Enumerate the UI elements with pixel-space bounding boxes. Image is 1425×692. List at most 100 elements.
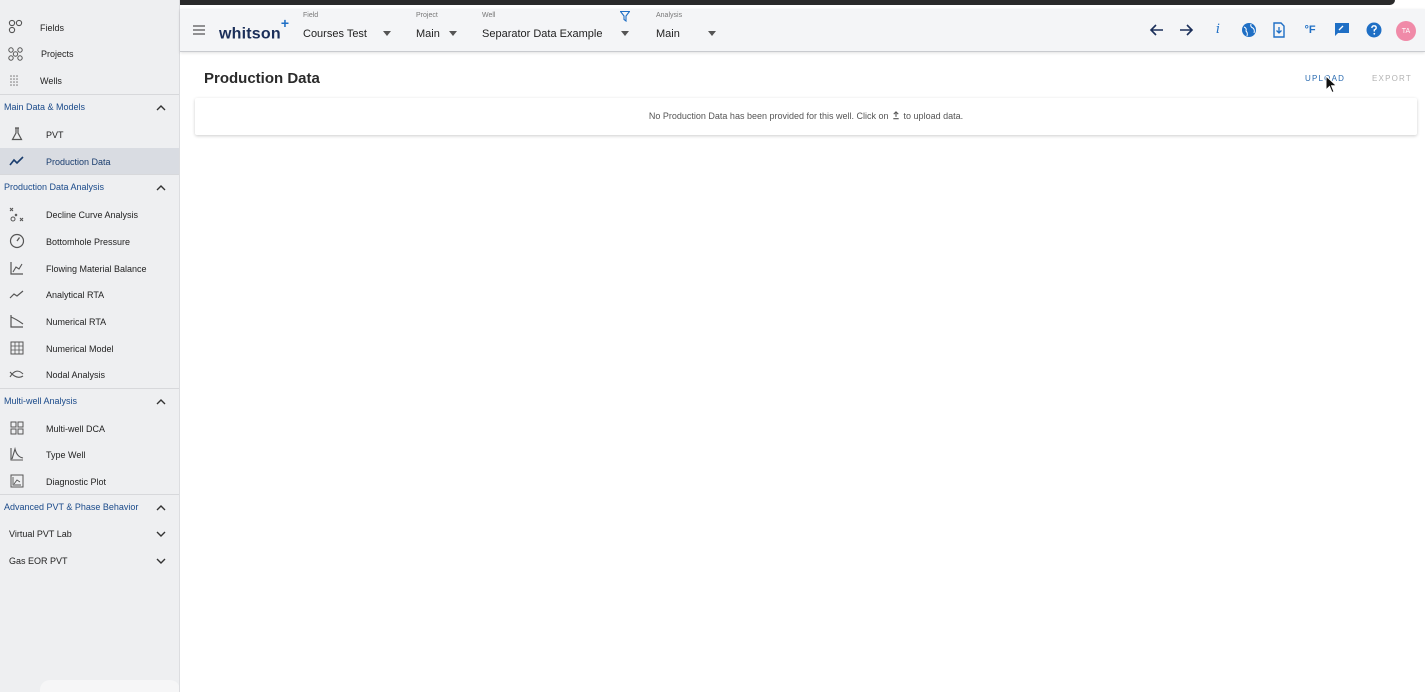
avatar[interactable]: TA (1396, 21, 1416, 41)
sidebar-item-decline-curve-analysis[interactable]: Decline Curve Analysis (0, 201, 179, 227)
sidebar-item-numerical-rta[interactable]: Numerical RTA (0, 308, 179, 334)
forward-arrow-icon[interactable] (1177, 21, 1195, 39)
export-button[interactable]: EXPORT (1372, 74, 1412, 83)
logo-plus: + (280, 15, 290, 31)
sidebar-item-projects[interactable]: Projects (0, 41, 179, 67)
sidebar-item-label: Fields (40, 23, 65, 33)
dropdown-arrow-icon (708, 31, 716, 36)
chevron-up-icon (156, 399, 166, 405)
well-value: Separator Data Example (482, 28, 603, 40)
section-title: Multi-well Analysis (4, 396, 78, 406)
sidebar-item-analytical-rta[interactable]: Analytical RTA (0, 281, 179, 307)
sidebar-item-pvt[interactable]: PVT (0, 121, 179, 147)
page-title: Production Data (204, 70, 320, 87)
browser-tab-bar (105, 0, 1395, 5)
project-select[interactable]: Project Main (416, 9, 461, 52)
sidebar-item-type-well[interactable]: Type Well (0, 441, 179, 467)
dropdown-arrow-icon (621, 31, 629, 36)
file-download-icon[interactable] (1270, 21, 1288, 39)
sidebar-item-label: Bottomhole Pressure (46, 237, 131, 247)
sidebar-item-diagnostic-plot[interactable]: Diagnostic Plot (0, 468, 179, 494)
gauge-icon (9, 233, 25, 249)
help-icon[interactable] (1365, 21, 1383, 39)
top-bar: whitson+ Field Courses Test Project Main… (180, 9, 1425, 52)
chevron-down-icon (156, 558, 166, 564)
line-chart-icon (10, 262, 23, 275)
grid-four-icon (10, 421, 24, 435)
field-select[interactable]: Field Courses Test (303, 9, 393, 52)
sidebar-item-fields[interactable]: Fields (0, 14, 179, 40)
sidebar-item-nodal-analysis[interactable]: Nodal Analysis (0, 361, 179, 387)
sidebar-item-label: Projects (41, 49, 74, 59)
upload-icon (893, 111, 899, 120)
project-caption: Project (416, 12, 438, 19)
section-advanced-pvt[interactable]: Advanced PVT & Phase Behavior (0, 494, 179, 520)
diagnostic-plot-icon (10, 474, 24, 488)
upload-button[interactable]: UPLOAD (1305, 74, 1345, 83)
chevron-up-icon (156, 105, 166, 111)
empty-state-message: No Production Data has been provided for… (195, 111, 1417, 121)
sidebar-item-label: Gas EOR PVT (9, 556, 68, 566)
field-caption: Field (303, 12, 319, 19)
sidebar-item-label: Diagnostic Plot (46, 477, 107, 487)
sidebar-item-label: Production Data (46, 157, 111, 167)
sidebar-item-virtual-pvt-lab[interactable]: Virtual PVT Lab (0, 521, 179, 547)
sidebar-item-label: Analytical RTA (46, 290, 105, 300)
sidebar: Fields Projects Wells Main Data & Models… (0, 0, 180, 692)
type-well-icon (10, 446, 24, 461)
sidebar-item-label: Decline Curve Analysis (46, 210, 139, 220)
sidebar-item-label: PVT (46, 130, 64, 140)
globe-icon[interactable] (1240, 21, 1258, 39)
trend-line-icon (9, 156, 24, 166)
sidebar-item-label: Multi-well DCA (46, 424, 106, 434)
back-arrow-icon[interactable] (1148, 21, 1166, 39)
menu-icon[interactable] (192, 24, 206, 36)
analysis-caption: Analysis (656, 12, 683, 19)
well-select[interactable]: Well Separator Data Example (482, 9, 632, 52)
chevron-up-icon (156, 185, 166, 191)
logo-text: whitson (219, 25, 281, 43)
sidebar-item-numerical-model[interactable]: Numerical Model (0, 335, 179, 361)
sidebar-item-label: Virtual PVT Lab (9, 529, 72, 539)
app-logo[interactable]: whitson+ (219, 15, 289, 43)
section-title: Main Data & Models (4, 102, 86, 112)
sidebar-item-label: Type Well (46, 450, 86, 460)
sidebar-item-label: Numerical Model (46, 344, 114, 354)
analytical-rta-icon (9, 290, 24, 299)
temperature-unit-toggle[interactable]: °F (1301, 21, 1319, 39)
empty-state-card: No Production Data has been provided for… (195, 98, 1417, 135)
field-value: Courses Test (303, 28, 367, 40)
chevron-down-icon (156, 531, 166, 537)
decline-curve-icon (9, 207, 24, 222)
sidebar-item-multi-well-dca[interactable]: Multi-well DCA (0, 415, 179, 441)
chevron-up-icon (156, 505, 166, 511)
feedback-icon[interactable] (1333, 21, 1351, 39)
sidebar-item-wells[interactable]: Wells (0, 67, 179, 93)
wells-icon (10, 75, 18, 86)
info-icon[interactable]: i (1209, 21, 1227, 39)
grid-model-icon (10, 341, 24, 355)
sidebar-item-gas-eor-pvt[interactable]: Gas EOR PVT (0, 548, 179, 574)
well-caption: Well (482, 12, 496, 19)
sidebar-item-label: Numerical RTA (46, 317, 107, 327)
flask-icon (11, 127, 23, 141)
section-title: Production Data Analysis (4, 182, 105, 192)
section-production-data-analysis[interactable]: Production Data Analysis (0, 174, 179, 200)
analysis-select[interactable]: Analysis Main (656, 9, 718, 52)
projects-icon (8, 47, 23, 61)
numerical-rta-icon (10, 315, 24, 328)
dropdown-arrow-icon (383, 31, 391, 36)
browser-top-strip (0, 0, 1425, 9)
sidebar-footer (40, 680, 179, 692)
analysis-value: Main (656, 28, 680, 40)
empty-message-end: to upload data. (903, 111, 964, 121)
fields-icon (8, 19, 23, 34)
section-main-data-models[interactable]: Main Data & Models (0, 94, 179, 120)
sidebar-item-bottomhole-pressure[interactable]: Bottomhole Pressure (0, 228, 179, 254)
dropdown-arrow-icon (449, 31, 457, 36)
filter-icon[interactable] (620, 11, 630, 22)
empty-message-start: No Production Data has been provided for… (648, 111, 889, 121)
sidebar-item-production-data[interactable]: Production Data (0, 148, 179, 174)
sidebar-item-flowing-material-balance[interactable]: Flowing Material Balance (0, 255, 179, 281)
section-multi-well-analysis[interactable]: Multi-well Analysis (0, 388, 179, 414)
